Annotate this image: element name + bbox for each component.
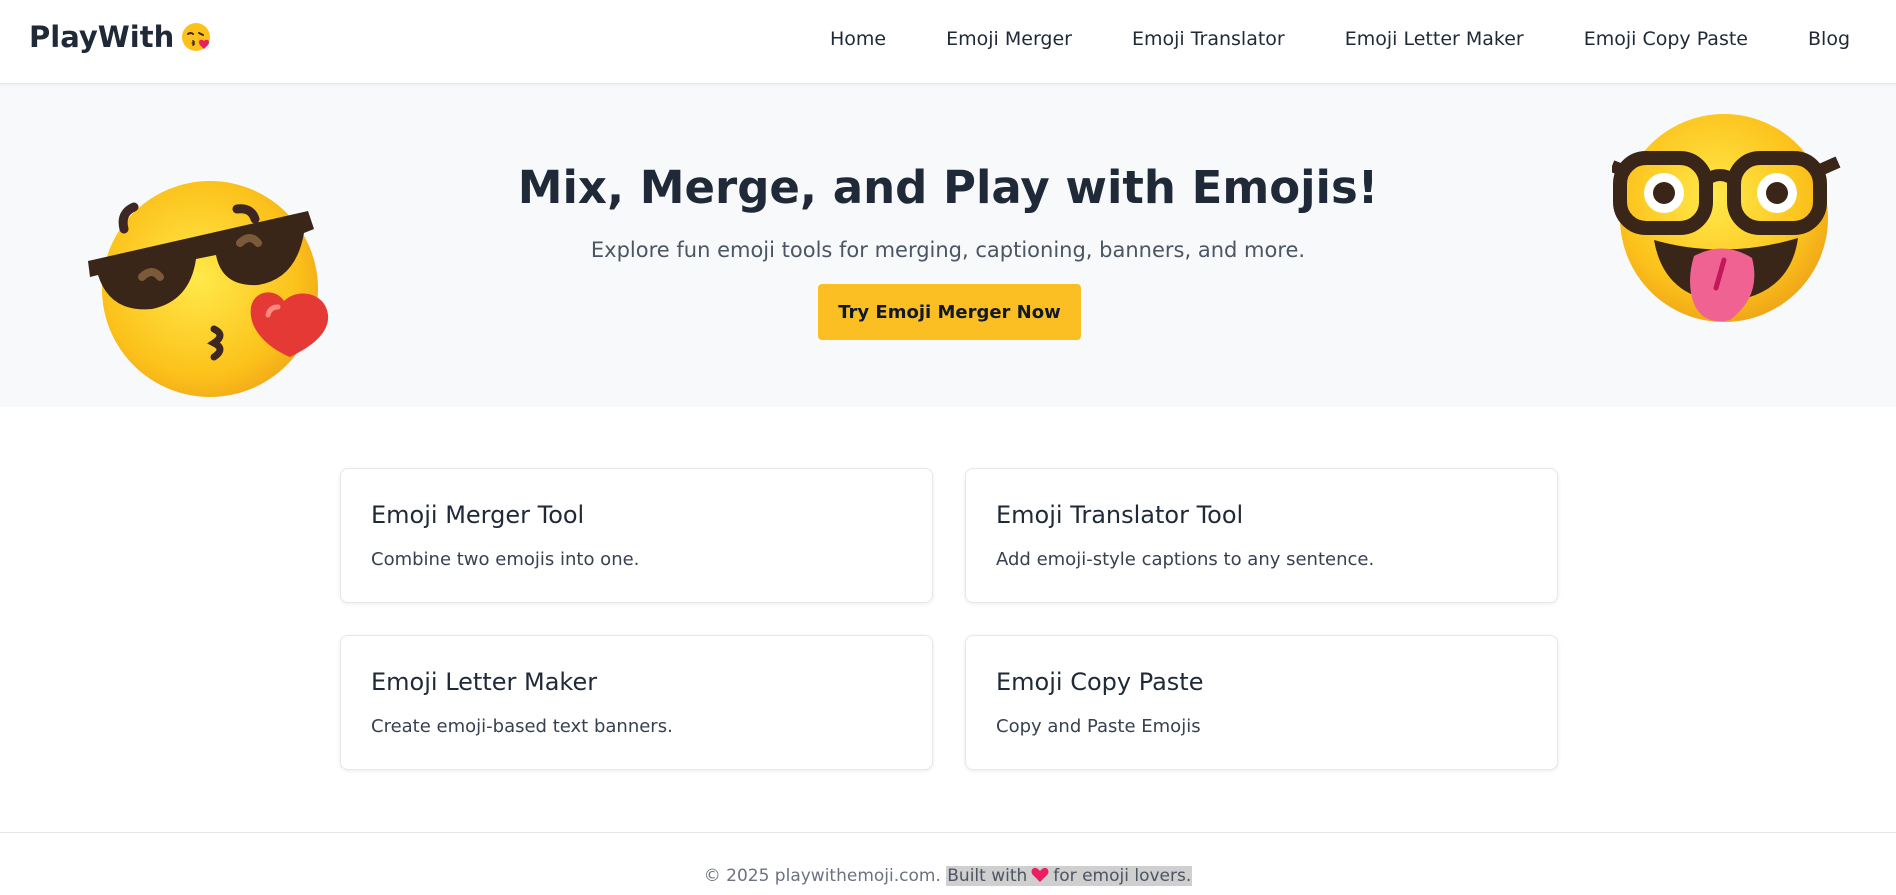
site-footer: © 2025 playwithemoji.com. Built with for … — [0, 832, 1896, 895]
card-emoji-copy-paste[interactable]: Emoji Copy Paste Copy and Paste Emojis — [965, 635, 1558, 770]
nav-link-emoji-merger[interactable]: Emoji Merger — [946, 28, 1072, 50]
nerd-tongue-face-icon — [1609, 110, 1842, 330]
card-description: Add emoji-style captions to any sentence… — [996, 549, 1375, 570]
card-title: Emoji Translator Tool — [996, 501, 1244, 529]
nav-link-blog[interactable]: Blog — [1808, 28, 1850, 50]
card-emoji-translator-tool[interactable]: Emoji Translator Tool Add emoji-style ca… — [965, 468, 1558, 603]
footer-copyright: © 2025 playwithemoji.com. — [703, 866, 941, 886]
footer-highlight: Built with for emoji lovers. — [946, 866, 1193, 886]
nav-link-emoji-letter-maker[interactable]: Emoji Letter Maker — [1345, 28, 1524, 50]
site-logo[interactable]: PlayWith — [29, 20, 212, 54]
kissing-face-icon — [180, 21, 212, 53]
card-description: Create emoji-based text banners. — [371, 716, 673, 737]
nav-link-home[interactable]: Home — [830, 28, 886, 50]
footer-suffix: for emoji lovers. — [1053, 866, 1192, 886]
card-title: Emoji Copy Paste — [996, 668, 1204, 696]
card-description: Copy and Paste Emojis — [996, 716, 1201, 737]
card-emoji-letter-maker[interactable]: Emoji Letter Maker Create emoji-based te… — [340, 635, 933, 770]
logo-text: PlayWith — [29, 20, 175, 54]
card-emoji-merger-tool[interactable]: Emoji Merger Tool Combine two emojis int… — [340, 468, 933, 603]
hero-section: Mix, Merge, and Play with Emojis! Explor… — [0, 83, 1896, 407]
nav-link-emoji-translator[interactable]: Emoji Translator — [1132, 28, 1285, 50]
card-title: Emoji Merger Tool — [371, 501, 585, 529]
card-description: Combine two emojis into one. — [371, 549, 640, 570]
footer-built-with: Built with — [947, 866, 1028, 886]
try-emoji-merger-button[interactable]: Try Emoji Merger Now — [818, 284, 1081, 340]
main-nav: Home Emoji Merger Emoji Translator Emoji… — [830, 0, 1850, 78]
footer-text: © 2025 playwithemoji.com. Built with for … — [0, 866, 1896, 886]
site-header: PlayWith Home Emoji Merger Emoji Transla… — [0, 0, 1896, 84]
pink-heart-icon — [1031, 867, 1049, 883]
card-title: Emoji Letter Maker — [371, 668, 598, 696]
nav-link-emoji-copy-paste[interactable]: Emoji Copy Paste — [1584, 28, 1748, 50]
